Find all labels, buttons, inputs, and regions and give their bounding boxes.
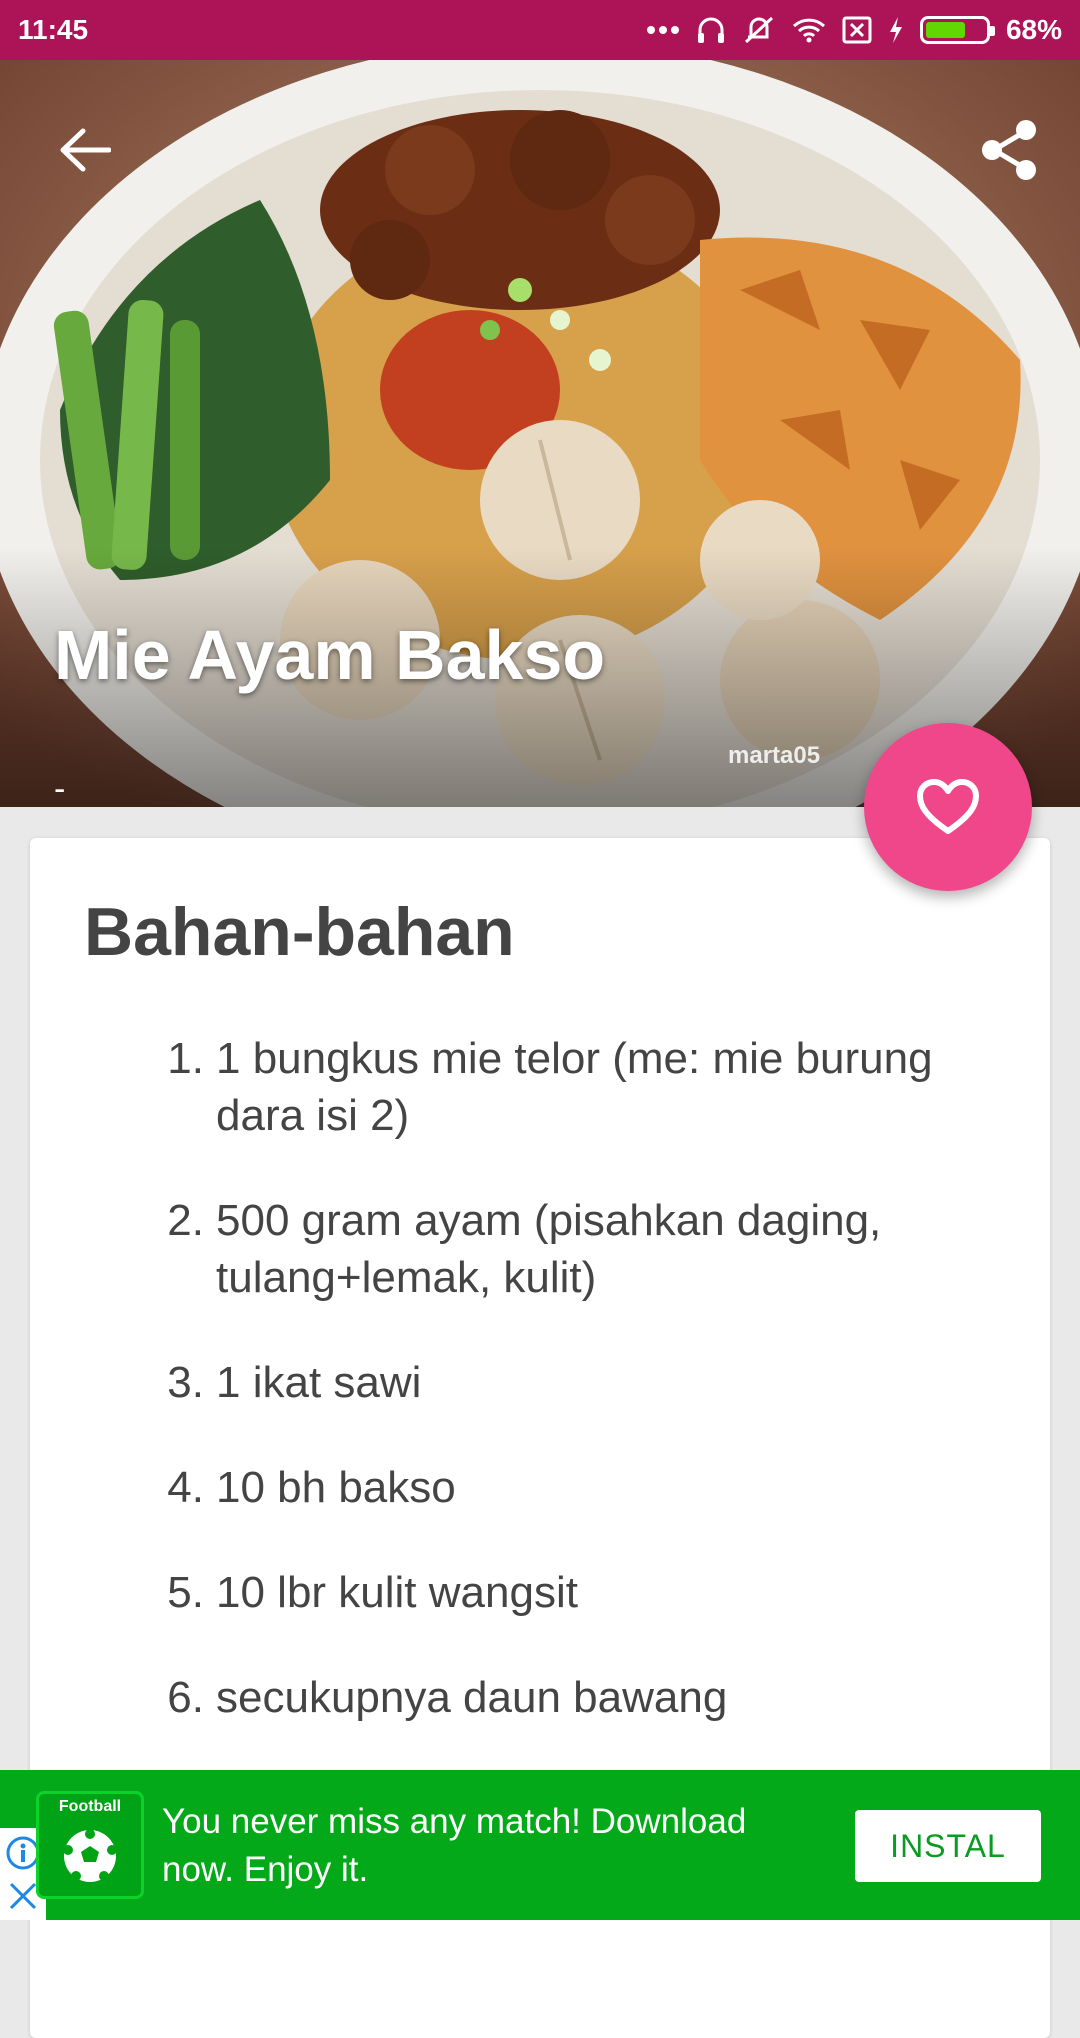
status-bar: 11:45 68% bbox=[0, 0, 1080, 60]
ingredient-item: 6. secukupnya daun bawang bbox=[150, 1669, 1020, 1726]
recipe-title: Mie Ayam Bakso bbox=[54, 616, 606, 694]
ad-text: You never miss any match! Download now. … bbox=[162, 1802, 747, 1889]
status-icons: 68% bbox=[646, 14, 1062, 46]
wifi-icon bbox=[792, 18, 825, 43]
ingredient-number: 6. bbox=[167, 1673, 204, 1722]
arrow-back-icon bbox=[60, 128, 111, 172]
heart-outline-icon bbox=[917, 779, 979, 834]
ingredients-heading: Bahan-bahan bbox=[84, 894, 515, 970]
share-icon bbox=[982, 120, 1036, 180]
ingredient-item: 4. 10 bh bakso bbox=[150, 1459, 1020, 1516]
ingredient-number: 3. bbox=[167, 1358, 204, 1407]
share-button[interactable] bbox=[970, 110, 1050, 190]
ingredient-item: 3. 1 ikat sawi bbox=[150, 1354, 1020, 1411]
ad-banner[interactable]: Football You never miss any match! Downl… bbox=[0, 1770, 1080, 1920]
ingredient-text: 10 bh bakso bbox=[216, 1463, 456, 1512]
vibrate-off-icon bbox=[744, 16, 773, 44]
recipe-subtitle: - bbox=[54, 770, 66, 807]
ingredient-item: 1. 1 bungkus mie telor (me: mie burung da… bbox=[150, 1030, 1020, 1144]
close-icon bbox=[9, 1882, 37, 1910]
charging-icon bbox=[889, 17, 902, 43]
ingredient-number: 5. bbox=[167, 1568, 204, 1617]
ingredients-list: 1. 1 bungkus mie telor (me: mie burung da… bbox=[150, 1030, 1020, 1726]
battery-level bbox=[925, 22, 966, 38]
ingredient-number: 1. bbox=[167, 1034, 204, 1083]
ingredient-text: secukupnya daun bawang bbox=[216, 1673, 728, 1722]
ingredient-item: 2. 500 gram ayam (pisahkan daging, tulang… bbox=[150, 1192, 1020, 1306]
battery-icon bbox=[919, 16, 995, 44]
recipe-hero-image: Mie Ayam Bakso - marta05 bbox=[0, 60, 1080, 807]
ingredient-number: 4. bbox=[167, 1463, 204, 1512]
more-dots-icon bbox=[646, 26, 679, 34]
back-button[interactable] bbox=[50, 115, 120, 185]
battery-percent: 68% bbox=[1005, 14, 1062, 45]
status-time: 11:45 bbox=[18, 14, 89, 45]
ingredient-text: 1 ikat sawi bbox=[216, 1358, 422, 1407]
sim-off-icon bbox=[842, 16, 872, 44]
soccer-ball-icon bbox=[63, 1829, 117, 1882]
ingredient-text: 1 bungkus mie telor (me: mie burung dara… bbox=[216, 1034, 933, 1140]
headset-icon bbox=[697, 17, 724, 43]
photo-watermark: marta05 bbox=[728, 742, 821, 769]
ingredient-item: 5. 10 lbr kulit wangsit bbox=[150, 1564, 1020, 1621]
ingredient-number: 2. bbox=[167, 1196, 204, 1245]
favorite-button[interactable] bbox=[864, 723, 1032, 891]
ingredient-text: 10 lbr kulit wangsit bbox=[216, 1568, 578, 1617]
ingredient-text: 500 gram ayam (pisahkan daging, tulang+l… bbox=[216, 1196, 882, 1302]
ad-app-icon[interactable]: Football bbox=[36, 1791, 144, 1899]
ad-install-button[interactable]: INSTAL bbox=[855, 1810, 1041, 1882]
